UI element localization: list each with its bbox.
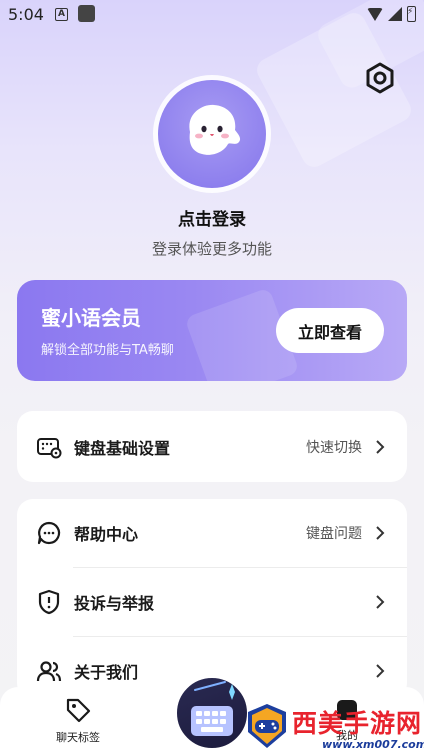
notification-square-icon bbox=[78, 5, 95, 22]
keyboard-settings-label: 键盘基础设置 bbox=[74, 439, 171, 458]
users-icon bbox=[36, 661, 62, 682]
gamepad-logo-icon bbox=[248, 704, 286, 748]
keyboard-center-button[interactable] bbox=[174, 675, 250, 751]
nav-chat-tags[interactable]: 聊天标签 bbox=[50, 697, 106, 745]
help-center-row[interactable]: 帮助中心 键盘问题 bbox=[17, 499, 407, 567]
status-icons bbox=[367, 6, 416, 22]
help-center-label: 帮助中心 bbox=[74, 525, 139, 544]
chevron-right-icon bbox=[376, 595, 385, 609]
avatar-image bbox=[158, 80, 266, 188]
watermark: 西美手游网 www.xm007.com bbox=[240, 700, 424, 755]
wifi-icon bbox=[367, 7, 383, 21]
avatar[interactable] bbox=[153, 75, 271, 193]
about-us-label: 关于我们 bbox=[74, 663, 139, 682]
signal-icon bbox=[388, 7, 402, 21]
login-title[interactable]: 点击登录 bbox=[0, 205, 424, 230]
battery-icon bbox=[407, 6, 416, 22]
view-now-button[interactable]: 立即查看 bbox=[276, 308, 384, 353]
keyboard-settings-card: 键盘基础设置 快速切换 bbox=[17, 411, 407, 482]
report-shield-icon bbox=[38, 589, 60, 615]
help-chat-icon bbox=[37, 521, 61, 545]
ghost-mascot-icon bbox=[189, 104, 241, 155]
notification-a-icon: A bbox=[55, 8, 68, 21]
tag-icon bbox=[66, 698, 91, 723]
keyboard-settings-value: 快速切换 bbox=[306, 440, 362, 456]
report-label: 投诉与举报 bbox=[74, 594, 155, 613]
vip-membership-card[interactable]: 蜜小语会员 解锁全部功能与TA畅聊 立即查看 bbox=[17, 280, 407, 381]
chevron-right-icon bbox=[376, 440, 385, 454]
keyboard-settings-icon bbox=[37, 438, 62, 459]
help-card: 帮助中心 键盘问题 投诉与举报 关于我们 bbox=[17, 499, 407, 699]
chevron-right-icon bbox=[376, 526, 385, 540]
status-bar: 5:04 A bbox=[0, 0, 424, 30]
watermark-url: www.xm007.com bbox=[322, 738, 424, 751]
vip-subtitle: 解锁全部功能与TA畅聊 bbox=[41, 343, 174, 358]
nav-chat-tags-label: 聊天标签 bbox=[56, 731, 100, 744]
watermark-text: 西美手游网 bbox=[292, 709, 423, 738]
keyboard-settings-row[interactable]: 键盘基础设置 快速切换 bbox=[17, 413, 407, 481]
status-time: 5:04 bbox=[8, 5, 44, 24]
gear-icon bbox=[366, 62, 394, 94]
chevron-right-icon bbox=[376, 664, 385, 678]
login-subtitle: 登录体验更多功能 bbox=[151, 240, 272, 258]
report-row[interactable]: 投诉与举报 bbox=[17, 568, 407, 636]
help-center-value: 键盘问题 bbox=[306, 526, 362, 542]
settings-button[interactable] bbox=[362, 60, 398, 96]
vip-title: 蜜小语会员 bbox=[41, 306, 141, 330]
keyboard-icon bbox=[191, 681, 235, 736]
